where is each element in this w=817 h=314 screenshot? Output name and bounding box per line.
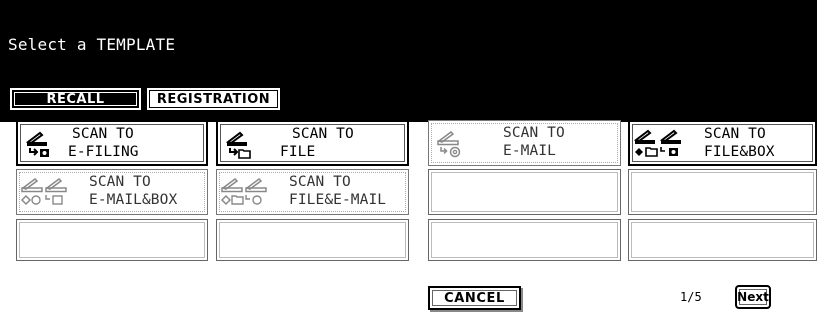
template-slot-empty	[16, 219, 208, 261]
scan-to-email-icon	[437, 131, 461, 158]
template-scan-to-file-and-email-button[interactable]: SCAN TO FILE&E-MAIL	[216, 169, 409, 215]
template-label-line1: SCAN TO	[292, 126, 354, 142]
template-label-line1: SCAN TO	[289, 174, 351, 190]
screen-title: Select a TEMPLATE	[8, 35, 176, 54]
next-page-button[interactable]: Next	[735, 285, 771, 309]
template-label-line1: SCAN TO	[89, 174, 151, 190]
template-label-line2: FILE&E-MAIL	[289, 192, 387, 208]
page-indicator: 1/5	[680, 290, 702, 304]
scan-to-efiling-icon	[25, 131, 49, 157]
template-label-line2: FILE&BOX	[704, 144, 775, 160]
template-slot-empty	[216, 219, 409, 261]
template-label-line2: E-MAIL	[503, 143, 556, 159]
template-label-line1: SCAN TO	[72, 126, 134, 142]
cancel-button[interactable]: CANCEL	[428, 286, 521, 310]
scan-to-file-and-email-icon	[220, 178, 267, 206]
template-scan-to-file-and-box-button[interactable]: SCAN TO FILE&BOX	[628, 120, 817, 166]
template-label-line1: SCAN TO	[704, 126, 766, 142]
tab-registration[interactable]: REGISTRATION	[147, 88, 280, 110]
template-label-line2: FILE	[280, 144, 316, 160]
template-scan-to-efiling-button[interactable]: SCAN TO E-FILING	[16, 120, 208, 166]
template-slot-empty	[428, 219, 621, 261]
template-slot-empty	[628, 219, 817, 261]
template-scan-to-email-button[interactable]: SCAN TO E-MAIL	[428, 120, 621, 166]
template-label-line2: E-FILING	[68, 144, 139, 160]
scan-to-file-icon	[225, 131, 251, 159]
template-scan-to-file-button[interactable]: SCAN TO FILE	[216, 120, 409, 166]
scan-to-file-and-box-icon	[633, 129, 681, 157]
template-slot-empty	[628, 169, 817, 215]
template-label-line2: E-MAIL&BOX	[89, 192, 178, 208]
template-slot-empty	[428, 169, 621, 215]
template-scan-to-email-and-box-button[interactable]: SCAN TO E-MAIL&BOX	[16, 169, 208, 215]
template-label-line1: SCAN TO	[503, 125, 565, 141]
scan-to-email-and-box-icon	[20, 178, 67, 206]
tab-recall[interactable]: RECALL	[10, 88, 141, 110]
